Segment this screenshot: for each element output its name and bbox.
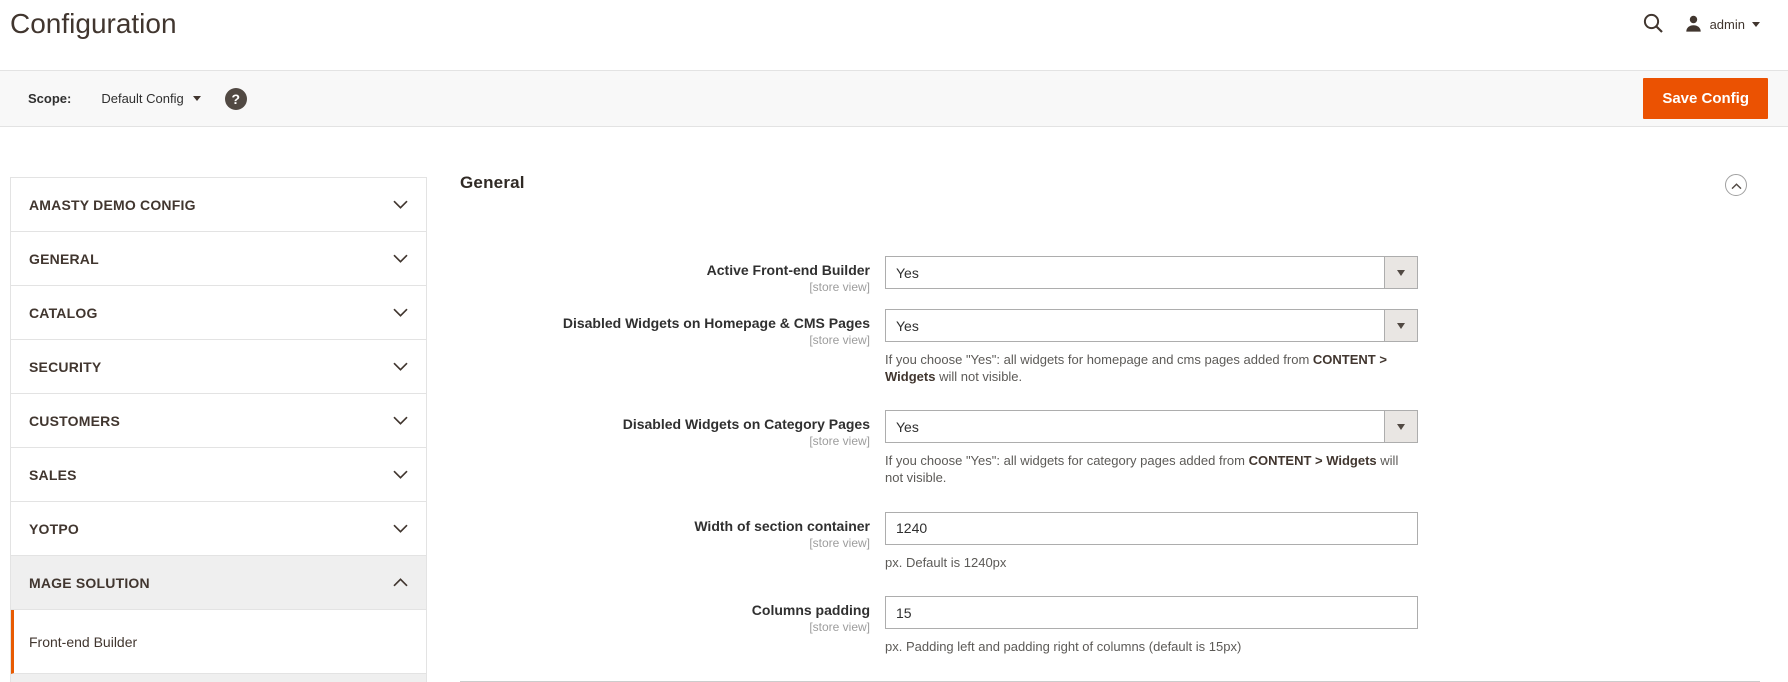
sidebar-next-section-partial[interactable] [10,674,427,682]
sidebar-section-label: MAGE SOLUTION [29,574,150,591]
header-actions: admin [1642,12,1760,37]
sidebar-section-mage-solution[interactable]: MAGE SOLUTION [11,556,426,610]
sidebar-section-sales[interactable]: SALES [11,448,426,502]
scope-toolbar: Scope: Default Config ? Save Config [0,70,1788,127]
sidebar-section-security[interactable]: SECURITY [11,340,426,394]
form-field-row: Columns padding [store view] px. Padding… [460,596,1788,666]
sidebar-section-catalog[interactable]: CATALOG [11,286,426,340]
chevron-down-icon [393,250,408,268]
scope-label: Scope: [28,91,72,106]
chevron-down-icon [393,412,408,430]
text-input[interactable] [885,511,1418,545]
sidebar-section-label: SECURITY [29,358,102,375]
select-open-button[interactable] [1384,257,1417,288]
field-label: Active Front-end Builder [706,262,870,278]
field-input-column: Yes [885,256,1418,294]
chevron-down-icon [393,466,408,484]
collapse-section-button[interactable] [1725,174,1747,196]
config-sidebar: AMASTY DEMO CONFIG GENERAL CATALOG SECUR… [10,177,427,682]
scope-value: Default Config [101,91,184,106]
form-field-row: Active Front-end Builder [store view] Ye… [460,256,1788,294]
field-label: Disabled Widgets on Homepage & CMS Pages [562,315,870,332]
field-scope-tag: [store view] [809,535,870,550]
help-icon[interactable]: ? [224,87,247,110]
user-icon [1684,14,1703,36]
chevron-up-icon [393,574,408,592]
field-label: Width of section container [694,517,870,534]
field-note: px. Padding left and padding right of co… [885,639,1242,655]
sidebar-item-label: Front-end Builder [29,633,138,650]
select-open-button[interactable] [1384,411,1417,443]
select-value: Yes [896,264,919,281]
field-note: If you choose "Yes": all widgets for cat… [885,453,1399,485]
chevron-down-icon [393,196,408,214]
sidebar-section-label: GENERAL [29,250,99,267]
field-label-column: Columns padding [store view] [460,596,870,666]
field-label-column: Disabled Widgets on Category Pages [stor… [460,410,870,496]
field-input-column: px. Default is 1240px [885,511,1418,582]
section-title: General [460,173,525,192]
sidebar-section-label: AMASTY DEMO CONFIG [29,196,196,213]
field-label: Disabled Widgets on Category Pages [622,416,870,433]
select-field[interactable]: Yes [885,410,1418,444]
field-input-column: px. Padding left and padding right of co… [885,596,1418,666]
field-note: px. Default is 1240px [885,554,1007,570]
sidebar-section-customers[interactable]: CUSTOMERS [11,394,426,448]
form-field-row: Width of section container [store view] … [460,511,1788,582]
sidebar-section-label: SALES [29,466,77,483]
select-value: Yes [896,317,919,334]
field-scope-tag: [store view] [809,434,870,449]
search-button[interactable] [1642,12,1664,37]
select-field[interactable]: Yes [885,256,1418,289]
select-field[interactable]: Yes [885,309,1418,343]
field-input-column: Yes If you choose "Yes": all widgets for… [885,309,1418,395]
field-label: Columns padding [751,602,870,619]
field-note: If you choose "Yes": all widgets for hom… [885,352,1387,384]
form-field-row: Disabled Widgets on Homepage & CMS Pages… [460,309,1788,395]
sidebar-section-general[interactable]: GENERAL [11,232,426,286]
field-label-column: Active Front-end Builder [store view] [460,256,870,294]
chevron-down-icon [1752,22,1760,27]
scope-switcher[interactable]: Default Config [101,91,201,106]
select-value: Yes [896,418,919,435]
config-nav: AMASTY DEMO CONFIG GENERAL CATALOG SECUR… [10,177,427,674]
form-rows: Active Front-end Builder [store view] Ye… [460,256,1788,666]
admin-user-menu[interactable]: admin [1684,14,1760,36]
sidebar-section-label: CATALOG [29,304,98,321]
chevron-down-icon [1397,322,1405,329]
save-config-button[interactable]: Save Config [1643,78,1768,119]
chevron-down-icon [393,304,408,322]
select-open-button[interactable] [1384,310,1417,342]
field-scope-tag: [store view] [809,280,870,295]
field-scope-tag: [store view] [809,620,870,635]
chevron-down-icon [1397,423,1405,430]
chevron-down-icon [393,520,408,538]
chevron-down-icon [192,96,201,101]
field-scope-tag: [store view] [809,333,870,348]
config-content: General Active Front-end Builder [store … [460,173,1788,682]
chevron-up-icon [1731,178,1742,193]
sidebar-section-amasty-demo-config[interactable]: AMASTY DEMO CONFIG [11,178,426,232]
chevron-down-icon [1397,269,1405,276]
text-input[interactable] [885,596,1418,630]
field-input-column: Yes If you choose "Yes": all widgets for… [885,410,1418,496]
main-layout: AMASTY DEMO CONFIG GENERAL CATALOG SECUR… [0,173,1788,682]
page-title: Configuration [10,8,177,39]
sidebar-item-front-end-builder[interactable]: Front-end Builder [11,610,426,674]
sidebar-section-yotpo[interactable]: YOTPO [11,502,426,556]
sidebar-section-label: YOTPO [29,520,80,537]
search-icon [1642,12,1664,37]
app-header: Configuration admin [0,0,1788,70]
form-field-row: Disabled Widgets on Category Pages [stor… [460,410,1788,496]
sidebar-section-label: CUSTOMERS [29,412,120,429]
field-label-column: Width of section container [store view] [460,512,870,582]
admin-user-label: admin [1709,17,1745,32]
field-label-column: Disabled Widgets on Homepage & CMS Pages… [460,309,870,395]
chevron-down-icon [393,358,408,376]
section-header: General [460,173,1788,196]
